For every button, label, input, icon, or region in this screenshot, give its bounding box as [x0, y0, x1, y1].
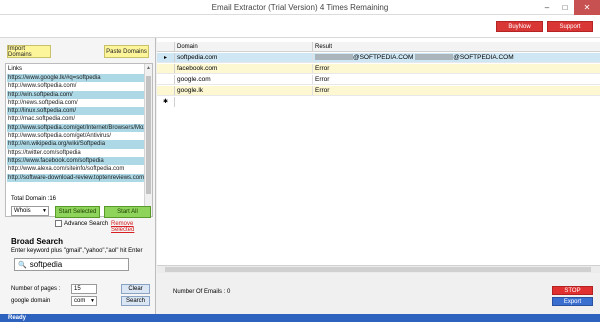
domain-cell: google.com — [175, 75, 313, 84]
bottom-panel: Number Of Emails : 0 STOP Export — [157, 273, 600, 314]
chevron-down-icon: ▼ — [90, 298, 95, 304]
table-row[interactable]: google.lk Error — [157, 86, 600, 96]
minimize-button[interactable]: – — [538, 0, 556, 15]
clear-button[interactable]: Clear — [121, 284, 150, 294]
advance-search-checkbox[interactable] — [55, 220, 62, 227]
domain-cell: google.lk — [175, 86, 313, 95]
redacted-text — [315, 54, 353, 61]
list-item[interactable]: http://mac.softpedia.com/ — [7, 115, 145, 123]
pages-input[interactable]: 15 — [71, 284, 97, 294]
broad-search-title: Broad Search — [11, 237, 64, 246]
scroll-thumb[interactable] — [165, 267, 591, 272]
list-item[interactable]: http://software-download-review.toptenre… — [7, 173, 145, 182]
number-of-emails-label: Number Of Emails : 0 — [173, 289, 231, 295]
results-grid: Domain Result ▸ softpedia.com @SOFTPEDIA… — [157, 38, 600, 265]
list-item[interactable]: https://www.google.lk/#q=softpedia — [7, 74, 145, 83]
list-item[interactable]: http://www.alexa.com/siteinfo/softpedia.… — [7, 165, 145, 173]
list-item[interactable]: http://linux.softpedia.com/ — [7, 107, 145, 116]
keyword-value: softpedia — [29, 260, 63, 269]
list-item[interactable]: http://www.softpedia.com/ — [7, 82, 145, 90]
result-part-a: @SOFTPEDIA.COM — [353, 54, 416, 61]
scroll-up-icon[interactable]: ▲ — [146, 65, 151, 71]
start-selected-button[interactable]: Start Selected — [55, 206, 100, 218]
close-button[interactable]: ✕ — [574, 0, 600, 15]
whois-select[interactable]: Whois ▼ — [11, 206, 49, 216]
google-domain-label: google domain — [11, 298, 51, 304]
start-all-button[interactable]: Start All — [104, 206, 151, 218]
keyword-search-input[interactable]: 🔍 softpedia — [14, 258, 129, 271]
table-row[interactable]: ▸ softpedia.com @SOFTPEDIA.COM @SOFTPEDI… — [157, 53, 600, 63]
stop-button[interactable]: STOP — [552, 286, 593, 295]
window-title: Email Extractor (Trial Version) 4 Times … — [211, 3, 389, 12]
table-row-new[interactable]: ✱ — [157, 97, 600, 107]
result-part-b: @SOFTPEDIA.COM — [453, 54, 514, 61]
title-bar: Email Extractor (Trial Version) 4 Times … — [0, 0, 600, 15]
list-item[interactable]: https://twitter.com/softpedia — [7, 149, 145, 157]
list-item[interactable]: http://www.softpedia.com/get/Antivirus/ — [7, 132, 145, 140]
search-button[interactable]: Search — [121, 296, 150, 306]
links-label: Links — [8, 66, 23, 72]
links-scrollbar[interactable]: ▲ ▼ — [144, 64, 152, 216]
advance-search-label: Advance Search — [64, 220, 109, 227]
list-item[interactable]: http://en.wikipedia.org/wiki/Softpedia — [7, 140, 145, 149]
table-row[interactable]: facebook.com Error — [157, 64, 600, 74]
total-domain-label: Total Domain :16 — [11, 196, 57, 202]
google-domain-value: com — [74, 298, 86, 304]
list-item[interactable]: http://win.softpedia.com/ — [7, 90, 145, 99]
left-panel: Import Domains Paste Domains Links https… — [0, 38, 156, 314]
advance-search-checkbox-row[interactable]: Advance Search — [55, 220, 108, 227]
buynow-button[interactable]: BuyNow — [496, 21, 543, 32]
links-list-box[interactable]: Links https://www.google.lk/#q=softpedia… — [5, 63, 153, 217]
whois-value: Whois — [14, 208, 31, 214]
paste-domains-button[interactable]: Paste Domains — [104, 45, 149, 58]
grid-horizontal-scrollbar[interactable] — [157, 265, 600, 273]
result-cell: Error — [315, 65, 330, 72]
list-item[interactable]: http://news.softpedia.com/ — [7, 99, 145, 107]
google-domain-select[interactable]: com ▼ — [71, 296, 97, 306]
redacted-text — [415, 54, 454, 61]
table-row[interactable]: google.com Error — [157, 75, 600, 85]
list-item[interactable]: http://www.softpedia.com/get/Internet/Br… — [7, 123, 145, 133]
export-button[interactable]: Export — [552, 297, 593, 306]
grid-header: Domain Result — [157, 42, 600, 52]
links-list: https://www.google.lk/#q=softpedia http:/… — [7, 74, 145, 182]
row-marker: ▸ — [157, 53, 175, 62]
row-header-corner — [157, 42, 175, 51]
domain-cell: softpedia.com — [175, 53, 313, 62]
new-row-marker: ✱ — [157, 97, 175, 107]
scroll-thumb[interactable] — [146, 76, 151, 194]
domain-cell: facebook.com — [175, 64, 313, 73]
broad-search-hint: Enter keyword plus "gmail","yahoo","aol"… — [11, 248, 143, 254]
result-cell: Error — [315, 76, 330, 83]
top-toolbar: BuyNow Support — [0, 15, 600, 38]
status-bar: Ready — [0, 314, 600, 322]
column-header-result[interactable]: Result — [313, 42, 600, 51]
pages-label: Number of pages : — [11, 286, 61, 292]
maximize-button[interactable]: □ — [556, 0, 574, 15]
magnifier-icon: 🔍 — [18, 261, 27, 269]
list-item[interactable]: https://www.facebook.com/softpedia — [7, 156, 145, 166]
remove-selected-link[interactable]: Remove Selected — [111, 221, 155, 233]
chevron-down-icon: ▼ — [42, 208, 47, 214]
row-marker — [157, 86, 175, 95]
support-button[interactable]: Support — [547, 21, 593, 32]
row-marker — [157, 75, 175, 84]
import-domains-button[interactable]: Import Domains — [7, 45, 51, 58]
row-marker — [157, 64, 175, 73]
column-header-domain[interactable]: Domain — [175, 42, 313, 51]
result-cell: @SOFTPEDIA.COM @SOFTPEDIA.COM — [313, 53, 600, 62]
domain-cell — [175, 97, 313, 107]
result-cell: Error — [315, 87, 330, 94]
result-cell — [313, 97, 600, 107]
